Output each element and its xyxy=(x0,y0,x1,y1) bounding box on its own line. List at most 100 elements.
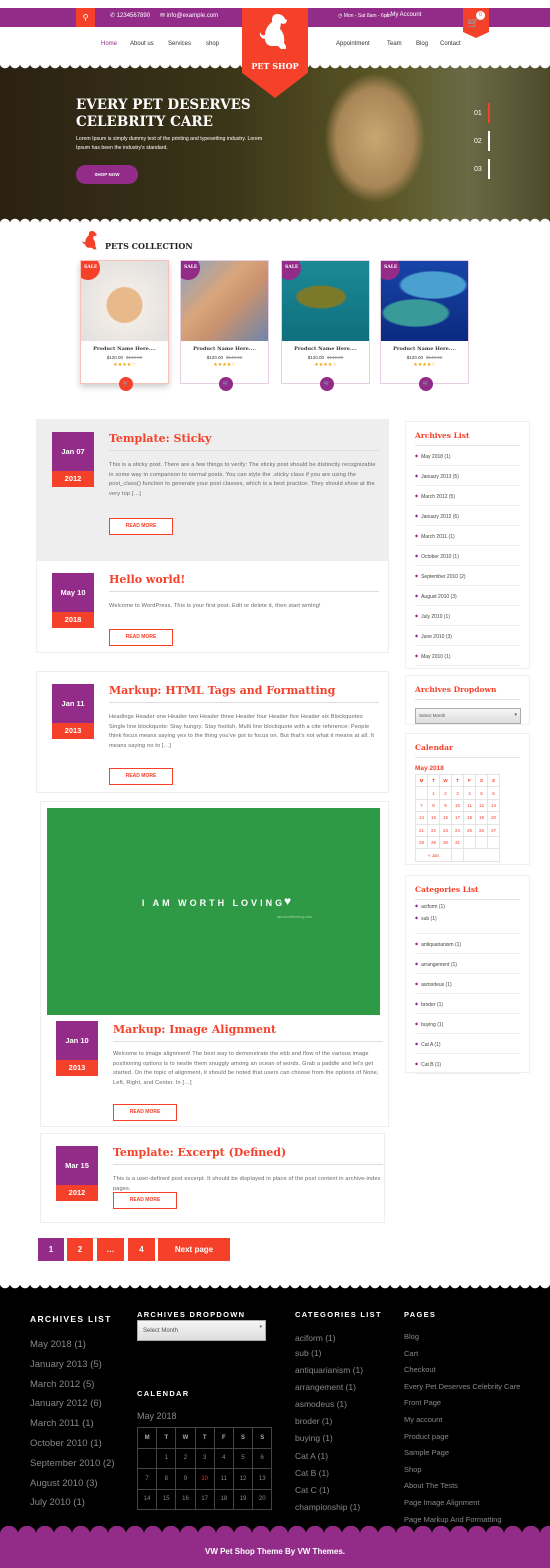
add-to-cart-button[interactable]: 🛒 xyxy=(119,377,133,391)
footer-archive-link[interactable]: January 2012 (6) xyxy=(30,1398,115,1418)
nav-contact[interactable]: Contact xyxy=(440,41,461,47)
product-card[interactable]: SALE Product Name Here.... $120.00 $149.99 ★… xyxy=(80,260,169,391)
archive-link[interactable]: October 2010 (1) xyxy=(415,546,520,566)
footer-category-link[interactable]: Cat A (1) xyxy=(295,1451,363,1468)
category-link[interactable]: aciform (1) xyxy=(415,900,520,912)
footer-category-link[interactable]: championship (1) xyxy=(295,1502,363,1519)
footer-archive-link[interactable]: October 2010 (1) xyxy=(30,1438,115,1458)
archive-link[interactable]: May 2018 (1) xyxy=(415,446,520,466)
category-link[interactable]: asmodeus (1) xyxy=(415,974,520,994)
footer-page-link[interactable]: Cart xyxy=(404,1349,520,1366)
product-image[interactable]: SALE xyxy=(81,261,168,341)
post-title[interactable]: Markup: Image Alignment xyxy=(113,1023,383,1042)
footer-page-link[interactable]: Front Page xyxy=(404,1398,520,1415)
footer-category-link[interactable]: broder (1) xyxy=(295,1416,363,1433)
footer-archive-link[interactable]: March 2012 (5) xyxy=(30,1379,115,1399)
post-image[interactable]: I AM WORTH LOVING ♥ iamworthloving.com xyxy=(47,808,380,1015)
category-link[interactable]: Cat B (1) xyxy=(415,1054,520,1074)
archive-link[interactable]: March 2012 (5) xyxy=(415,486,520,506)
product-name[interactable]: Product Name Here.... xyxy=(282,346,369,352)
archive-link[interactable]: May 2010 (1) xyxy=(415,646,520,666)
footer-archive-link[interactable]: May 2018 (1) xyxy=(30,1339,115,1359)
post-title[interactable]: Template: Sticky xyxy=(109,432,379,451)
footer-category-link[interactable]: Cat B (1) xyxy=(295,1468,363,1485)
footer-category-link[interactable]: arrangement (1) xyxy=(295,1382,363,1399)
category-link[interactable]: sub (1) xyxy=(415,912,520,934)
archive-link[interactable]: September 2010 (2) xyxy=(415,566,520,586)
footer-archive-link[interactable]: March 2011 (1) xyxy=(30,1418,115,1438)
footer-category-link[interactable]: buying (1) xyxy=(295,1433,363,1450)
category-link[interactable]: antiquarianism (1) xyxy=(415,934,520,954)
footer-category-link[interactable]: Cat C (1) xyxy=(295,1485,363,1502)
slide-3[interactable]: 03 xyxy=(474,166,482,173)
nav-appointment[interactable]: Appointment xyxy=(336,41,370,47)
add-to-cart-button[interactable]: 🛒 xyxy=(419,377,433,391)
footer-page-link[interactable]: Product page xyxy=(404,1432,520,1449)
archive-link[interactable]: July 2010 (1) xyxy=(415,606,520,626)
footer-archive-link[interactable]: July 2010 (1) xyxy=(30,1497,115,1517)
page-link[interactable]: 4 xyxy=(128,1238,155,1261)
read-more-button[interactable]: READ MORE xyxy=(109,629,173,646)
footer-category-link[interactable]: asmodeus (1) xyxy=(295,1399,363,1416)
archives-select[interactable]: Select Month xyxy=(415,708,521,724)
archive-link[interactable]: January 2012 (6) xyxy=(415,506,520,526)
nav-shop[interactable]: shop xyxy=(206,41,219,47)
page-link[interactable]: Next page xyxy=(158,1238,230,1261)
nav-home[interactable]: Home xyxy=(101,41,117,47)
post-title[interactable]: Markup: HTML Tags and Formatting xyxy=(109,684,379,703)
footer-archives-select[interactable]: Select Month xyxy=(137,1320,266,1341)
footer-category-link[interactable]: antiquarianism (1) xyxy=(295,1365,363,1382)
product-image[interactable]: SALE xyxy=(282,261,369,341)
slide-2[interactable]: 02 xyxy=(474,138,482,145)
shop-now-button[interactable]: SHOP NOW xyxy=(76,165,138,184)
nav-services[interactable]: Services xyxy=(168,41,191,47)
email[interactable]: ✉ info@example.com xyxy=(160,12,218,19)
category-link[interactable]: buying (1) xyxy=(415,1014,520,1034)
nav-team[interactable]: Team xyxy=(387,41,402,47)
category-link[interactable]: Cat A (1) xyxy=(415,1034,520,1054)
footer-page-link[interactable]: Blog xyxy=(404,1332,520,1349)
read-more-button[interactable]: READ MORE xyxy=(109,768,173,785)
footer-archive-link[interactable]: September 2010 (2) xyxy=(30,1458,115,1478)
read-more-button[interactable]: READ MORE xyxy=(113,1104,177,1121)
archive-link[interactable]: June 2010 (3) xyxy=(415,626,520,646)
footer-category-link[interactable]: aciform (1) xyxy=(295,1333,363,1348)
cart-button[interactable]: 🛒 0 xyxy=(463,8,489,38)
footer-page-link[interactable]: Every Pet Deserves Celebrity Care xyxy=(404,1382,520,1399)
slide-1[interactable]: 01 xyxy=(474,110,482,117)
footer-page-link[interactable]: Sample Page xyxy=(404,1448,520,1465)
footer-page-link[interactable]: Page Image Alignment xyxy=(404,1498,520,1515)
read-more-button[interactable]: READ MORE xyxy=(113,1192,177,1209)
calendar-prev-link[interactable]: « Jan xyxy=(415,848,452,862)
footer-page-link[interactable]: Shop xyxy=(404,1465,520,1482)
page-link[interactable]: 2 xyxy=(67,1238,93,1261)
nav-about[interactable]: About us xyxy=(130,41,154,47)
product-image[interactable]: SALE xyxy=(381,261,468,341)
archive-link[interactable]: March 2011 (1) xyxy=(415,526,520,546)
product-card[interactable]: SALE Product Name Here.... $120.00 $149.99 ★… xyxy=(281,260,370,391)
my-account-link[interactable]: ⤓ My Account xyxy=(386,12,421,19)
post-title[interactable]: Hello world! xyxy=(109,573,379,592)
page-current[interactable]: 1 xyxy=(38,1238,64,1261)
product-card[interactable]: SALE Product Name Here.... $120.00 $149.99 ★… xyxy=(180,260,269,391)
footer-archive-link[interactable]: August 2010 (3) xyxy=(30,1478,115,1498)
archive-link[interactable]: January 2013 (5) xyxy=(415,466,520,486)
archive-link[interactable]: August 2010 (3) xyxy=(415,586,520,606)
add-to-cart-button[interactable]: 🛒 xyxy=(320,377,334,391)
footer-archive-link[interactable]: January 2013 (5) xyxy=(30,1359,115,1379)
category-link[interactable]: arrangement (1) xyxy=(415,954,520,974)
footer-page-link[interactable]: About The Tests xyxy=(404,1481,520,1498)
category-link[interactable]: broder (1) xyxy=(415,994,520,1014)
nav-blog[interactable]: Blog xyxy=(416,41,428,47)
product-image[interactable]: SALE xyxy=(181,261,268,341)
post-title[interactable]: Template: Excerpt (Defined) xyxy=(113,1146,383,1165)
footer-page-link[interactable]: My account xyxy=(404,1415,520,1432)
read-more-button[interactable]: READ MORE xyxy=(109,518,173,535)
product-card[interactable]: SALE Product Name Here.... $120.00 $149.99 ★… xyxy=(380,260,469,391)
search-button[interactable]: ⚲ xyxy=(76,8,95,27)
product-name[interactable]: Product Name Here.... xyxy=(381,346,468,352)
product-name[interactable]: Product Name Here.... xyxy=(81,346,168,352)
product-name[interactable]: Product Name Here.... xyxy=(181,346,268,352)
footer-category-link[interactable]: sub (1) xyxy=(295,1348,363,1365)
add-to-cart-button[interactable]: 🛒 xyxy=(219,377,233,391)
